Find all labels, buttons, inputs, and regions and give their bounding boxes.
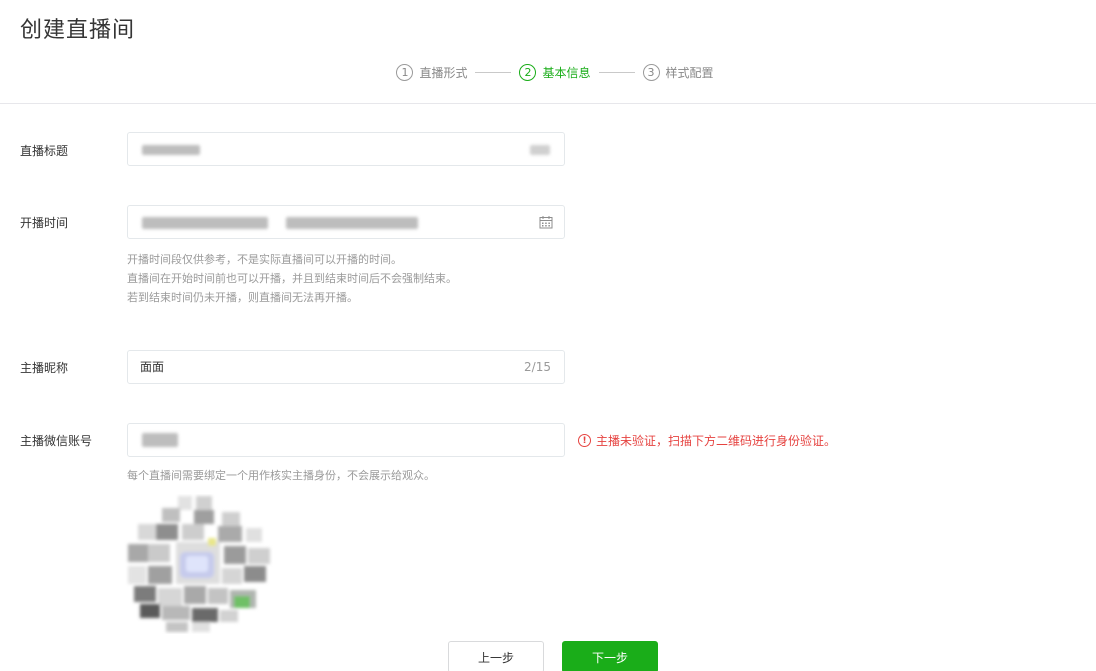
nickname-value: 面面 [140, 360, 165, 374]
step-2-number: 2 [519, 64, 537, 81]
step-2-label: 基本信息 [542, 66, 591, 80]
step-1-label: 直播形式 [419, 66, 468, 80]
step-indicator: 1 直播形式 2 基本信息 3 样式配置 [0, 64, 1096, 81]
step-connector [598, 72, 635, 73]
wechat-help: 每个直播间需要绑定一个用作核实主播身份，不会展示给观众。 [127, 469, 435, 482]
redacted-title-counter [530, 145, 550, 155]
wechat-warning-text: 主播未验证，扫描下方二维码进行身份验证。 [596, 434, 837, 448]
wechat-label: 主播微信账号 [20, 434, 93, 448]
step-1-number: 1 [396, 64, 414, 81]
step-3-number: 3 [642, 64, 660, 81]
time-help-line: 若到结束时间仍未开播，则直播间无法再开播。 [127, 291, 358, 304]
wechat-account-input[interactable] [127, 423, 565, 457]
redacted-wechat-account [142, 433, 178, 447]
redacted-end-time [286, 217, 418, 229]
page-title: 创建直播间 [20, 18, 136, 43]
time-range-input[interactable] [127, 205, 565, 239]
nickname-label: 主播昵称 [20, 361, 69, 375]
time-label: 开播时间 [20, 216, 69, 230]
qr-code-icon [128, 496, 270, 632]
title-label: 直播标题 [20, 144, 69, 158]
header-divider [0, 103, 1096, 104]
time-help: 开播时间段仅供参考，不是实际直播间可以开播的时间。 直播间在开始时间前也可以开播… [127, 250, 457, 307]
step-2: 2 基本信息 [519, 64, 591, 81]
step-3: 3 样式配置 [642, 64, 714, 81]
prev-step-button[interactable]: 上一步 [448, 641, 544, 671]
step-1: 1 直播形式 [396, 64, 467, 81]
time-help-line: 直播间在开始时间前也可以开播，并且到结束时间后不会强制结束。 [127, 272, 457, 285]
nickname-input[interactable]: 面面 2/15 [127, 350, 565, 384]
alert-icon: ! [578, 434, 591, 447]
step-connector [475, 72, 512, 73]
time-help-line: 开播时间段仅供参考，不是实际直播间可以开播的时间。 [127, 253, 402, 266]
nickname-counter: 2/15 [524, 360, 551, 374]
step-3-label: 样式配置 [665, 66, 714, 80]
title-input[interactable] [127, 132, 565, 166]
wechat-warning: ! 主播未验证，扫描下方二维码进行身份验证。 [578, 432, 836, 449]
redacted-start-time [142, 217, 268, 229]
calendar-icon[interactable] [539, 215, 553, 229]
redacted-title-text [142, 145, 200, 155]
next-step-button[interactable]: 下一步 [562, 641, 658, 671]
